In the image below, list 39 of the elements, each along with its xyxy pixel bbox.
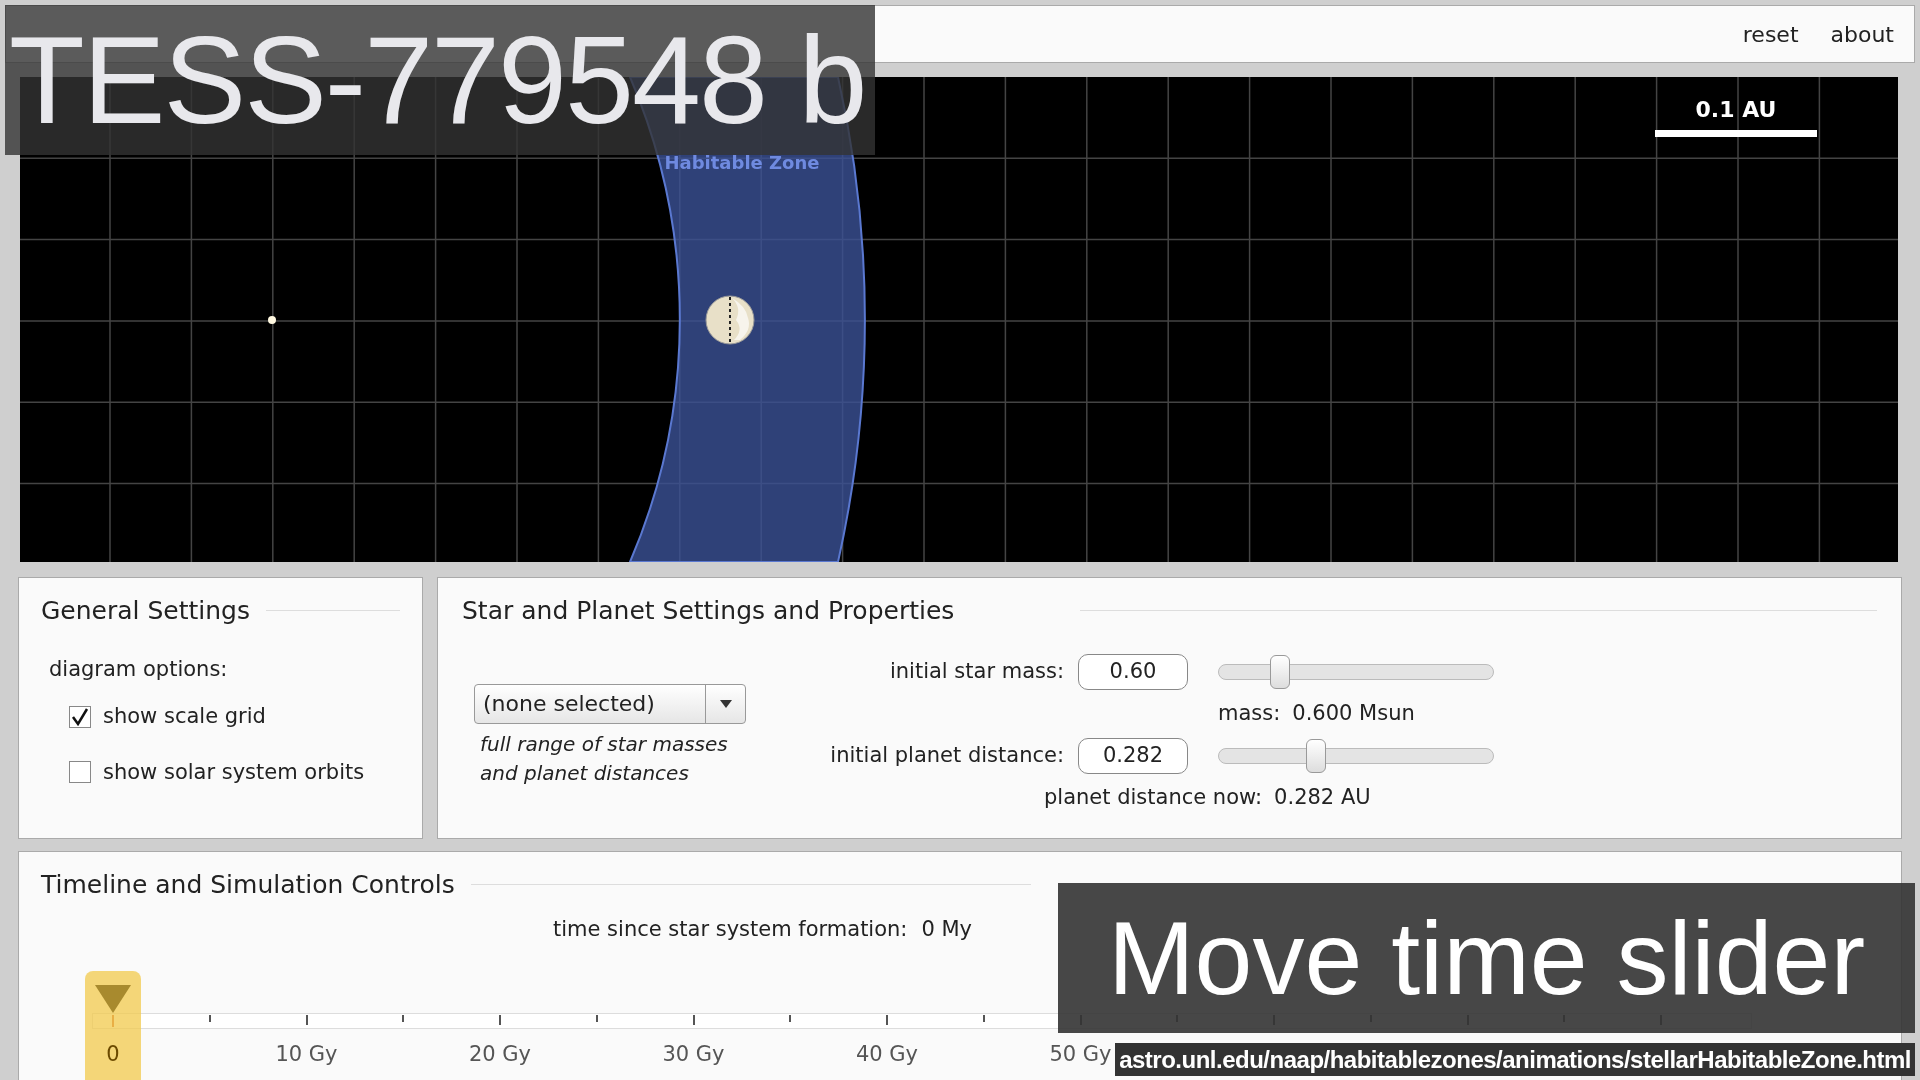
reading-label: mass: (1218, 699, 1281, 727)
value-field[interactable]: 0.282 (1078, 737, 1188, 774)
reading-value: 0.282 AU (1274, 783, 1371, 811)
preset-dropdown[interactable]: (none selected) (474, 683, 746, 724)
header-link[interactable]: about (1830, 17, 1894, 51)
scale-label: 0.1 AU (1695, 96, 1777, 124)
section-label: diagram options: (49, 655, 229, 683)
reading-label: planet distance now: (1044, 783, 1263, 811)
url-text: astro.unl.edu/naap/habitablezones/animations/stellarHabitableZone.html (1119, 1044, 1911, 1075)
time-slider-thumb[interactable] (85, 971, 141, 1080)
timeline-tick-label: 20 Gy (468, 1041, 532, 1068)
slider-thumb[interactable] (1306, 738, 1327, 773)
value-field[interactable]: 0.60 (1078, 653, 1188, 690)
slider-thumb[interactable] (1270, 654, 1291, 689)
reading-value: 0.600 Msun (1292, 699, 1415, 727)
timeline-tick-label: 0 (106, 1041, 120, 1068)
checkbox[interactable] (69, 761, 91, 784)
checkbox-label: show scale grid (103, 703, 266, 730)
control-label: initial planet distance: (829, 741, 1064, 769)
control-label: initial star mass: (888, 657, 1064, 685)
timeline-tick-label: 30 Gy (662, 1041, 725, 1068)
caption-text: Move time slider (1107, 906, 1866, 1010)
caret-icon (719, 699, 732, 708)
caption-heading: TESS-779548 b (9, 18, 866, 142)
star-dot (268, 316, 276, 324)
planet-drawing (705, 295, 755, 345)
checkbox[interactable] (69, 705, 91, 728)
zone-label: Habitable Zone (664, 152, 820, 173)
preset-note: full range of star masses and planet distances (480, 730, 729, 787)
header-link[interactable]: reset (1742, 17, 1799, 51)
panel-title: Timeline and Simulation Controls (41, 869, 455, 901)
timeline-tick-label: 10 Gy (275, 1041, 338, 1068)
timeline-tick-label: 40 Gy (855, 1041, 919, 1068)
panel-title: Star and Planet Settings and Properties (462, 595, 955, 627)
checkbox-label: show solar system orbits (103, 758, 365, 786)
panel-title: General Settings (41, 595, 250, 627)
timeline-tick-label: 50 Gy (1049, 1041, 1112, 1068)
time-label: time since star system formation: (553, 915, 908, 943)
time-value: 0 My (921, 915, 973, 943)
